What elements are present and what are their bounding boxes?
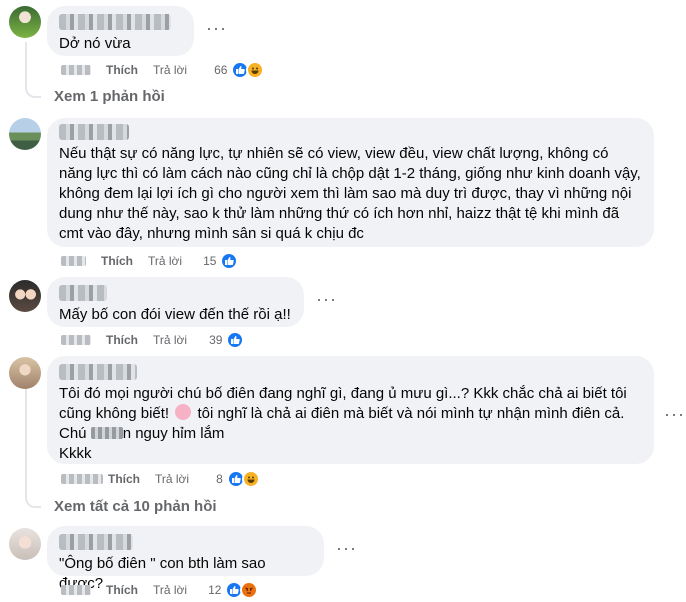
haha-reaction-icon[interactable] — [241, 470, 260, 488]
like-reaction-icon[interactable] — [226, 331, 245, 349]
comment-bubble: Tôi đó mọi người chú bố điên đang nghĩ g… — [47, 356, 654, 464]
comment-bubble: Mấy bố con đói view đến thế rồi ạ!! — [47, 277, 304, 327]
avatar[interactable] — [9, 6, 41, 38]
comment-text: Mấy bố con đói view đến thế rồi ạ!! — [59, 306, 291, 323]
reaction-count[interactable]: 12 — [208, 583, 221, 597]
more-options-icon[interactable]: ··· — [316, 289, 337, 310]
reply-button[interactable]: Trả lời — [155, 472, 189, 486]
comment-text-part: tôi nghĩ là chả ai điên mà biết và nói m… — [197, 405, 625, 422]
author-name[interactable] — [59, 124, 129, 140]
like-button[interactable]: Thích — [106, 583, 138, 597]
comment-actions: Thích Trả lời 8 — [61, 470, 260, 488]
comment-bubble: Nếu thật sự có năng lực, tự nhiên sẽ có … — [47, 118, 654, 247]
avatar[interactable] — [9, 528, 41, 560]
angry-reaction-icon[interactable] — [240, 581, 259, 599]
comment-bubble: "Ông bố điên " con bth làm sao được? — [47, 526, 324, 592]
thread-line — [25, 42, 27, 84]
more-options-icon[interactable]: ··· — [206, 18, 227, 39]
more-options-icon[interactable]: ··· — [664, 404, 685, 425]
author-name[interactable] — [59, 14, 171, 30]
timestamp[interactable] — [61, 256, 86, 266]
reply-button[interactable]: Trả lời — [153, 333, 187, 347]
comment-bubble: Dở nó vừa — [47, 6, 194, 56]
reaction-count[interactable]: 8 — [216, 472, 223, 486]
comment-text: Dở nó vừa — [59, 35, 131, 52]
like-button[interactable]: Thích — [106, 333, 138, 347]
timestamp[interactable] — [61, 474, 103, 484]
comment-text-part: Chú — [59, 425, 87, 442]
more-options-icon[interactable]: ··· — [336, 538, 357, 559]
thread-curve — [25, 494, 41, 508]
haha-reaction-icon[interactable] — [246, 61, 265, 79]
comment-actions: Thích Trả lời 39 — [61, 331, 245, 349]
comment-actions: Thích Trả lời 66 — [61, 61, 265, 79]
like-button[interactable]: Thích — [108, 472, 140, 486]
reply-button[interactable]: Trả lời — [153, 583, 187, 597]
blurred-name — [90, 427, 123, 439]
comment-actions: Thích Trả lời 12 — [61, 581, 259, 599]
like-reaction-icon[interactable] — [220, 252, 239, 270]
avatar[interactable] — [9, 118, 41, 150]
avatar[interactable] — [9, 357, 41, 389]
avatar[interactable] — [9, 280, 41, 312]
reaction-count[interactable]: 66 — [214, 63, 227, 77]
author-name[interactable] — [59, 534, 133, 550]
view-replies-link[interactable]: Xem 1 phản hồi — [54, 88, 165, 105]
view-replies-link[interactable]: Xem tất cả 10 phản hồi — [54, 498, 217, 515]
thread-curve — [25, 84, 41, 98]
reaction-count[interactable]: 15 — [203, 254, 216, 268]
person-emoji-icon — [175, 404, 192, 420]
reaction-count[interactable]: 39 — [209, 333, 222, 347]
reply-button[interactable]: Trả lời — [148, 254, 182, 268]
timestamp[interactable] — [61, 335, 91, 345]
thread-line — [25, 388, 27, 496]
comment-text: Nếu thật sự có năng lực, tự nhiên sẽ có … — [59, 145, 641, 242]
reply-button[interactable]: Trả lời — [153, 63, 187, 77]
author-name[interactable] — [59, 285, 107, 301]
like-button[interactable]: Thích — [101, 254, 133, 268]
comment-text: Tôi đó mọi người chú bố điên đang nghĩ g… — [59, 384, 642, 464]
author-name[interactable] — [59, 364, 137, 380]
comment-text-part: Kkkk — [59, 445, 92, 462]
comment-text-part: n nguy hỉm lắm — [122, 425, 225, 442]
like-button[interactable]: Thích — [106, 63, 138, 77]
timestamp[interactable] — [61, 585, 91, 595]
comment-actions: Thích Trả lời 15 — [61, 252, 239, 270]
timestamp[interactable] — [61, 65, 91, 75]
